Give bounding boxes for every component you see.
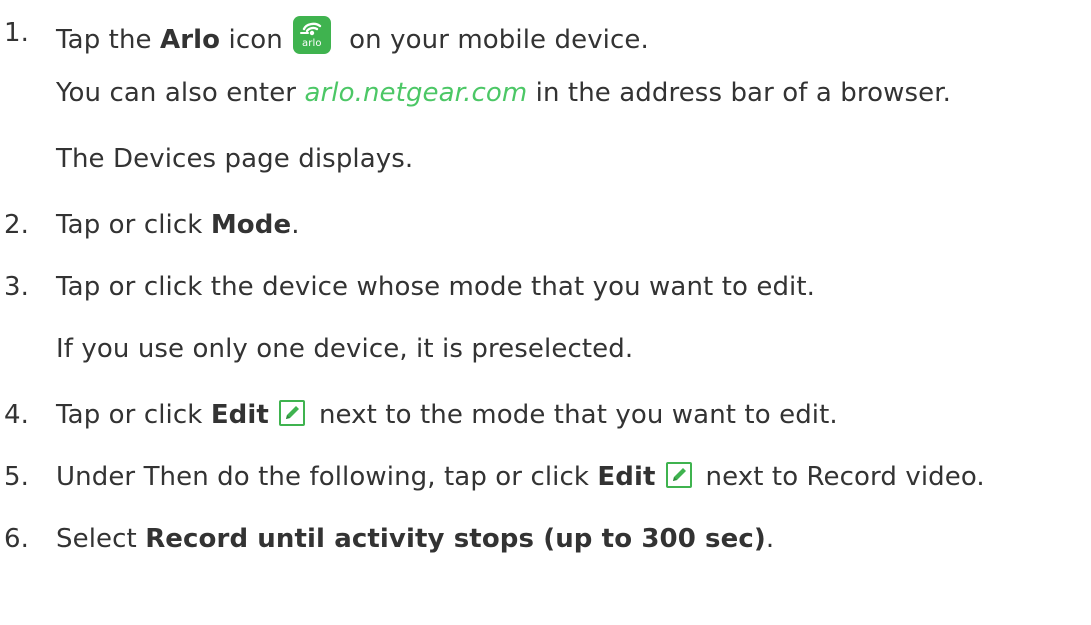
arlo-wordmark: arlo (302, 38, 322, 49)
step-text: Under Then do the following, tap or clic… (56, 462, 598, 492)
step-text: . (291, 210, 300, 240)
note-text: The Devices page displays. (56, 144, 414, 174)
step-text: Tap or click (56, 400, 211, 430)
note-text: in the address bar of a browser. (527, 78, 951, 108)
note-text: If you use only one device, it is presel… (56, 334, 634, 364)
step-number: 5. (4, 462, 30, 492)
arlo-app-icon: arlo (292, 16, 331, 54)
edit-label: Edit (597, 462, 656, 492)
step-1-note-1: You can also enter arlo.netgear.com in t… (56, 76, 951, 110)
edit-label: Edit (210, 400, 269, 430)
step-text: next to Record video. (705, 462, 985, 492)
step-text: . (765, 524, 775, 554)
step-text: Select (56, 524, 146, 554)
step-number: 6. (4, 524, 30, 554)
step-text: Tap or click (56, 210, 211, 240)
edit-pencil-icon (665, 462, 692, 488)
mode-label: Mode (210, 210, 292, 240)
step-text: Tap or click the device whose mode that … (56, 272, 816, 302)
step-text: next to the mode that you want to edit. (318, 400, 838, 430)
step-text: icon (220, 25, 283, 55)
step-number: 3. (4, 272, 30, 302)
step-1-note-2: The Devices page displays. (56, 142, 413, 176)
app-name: Arlo (160, 25, 221, 55)
step-number: 1. (4, 18, 30, 48)
step-number: 4. (4, 400, 30, 430)
step-text: on your mobile device. (340, 25, 649, 55)
step-text: Tap the (56, 25, 161, 55)
step-3-note-1: If you use only one device, it is presel… (56, 332, 633, 366)
arlo-website-link[interactable]: arlo.netgear.com (304, 78, 527, 108)
edit-pencil-icon (278, 400, 305, 426)
note-text: You can also enter (56, 78, 305, 108)
record-option-label: Record until activity stops (up to 300 s… (145, 524, 766, 554)
step-number: 2. (4, 210, 30, 240)
